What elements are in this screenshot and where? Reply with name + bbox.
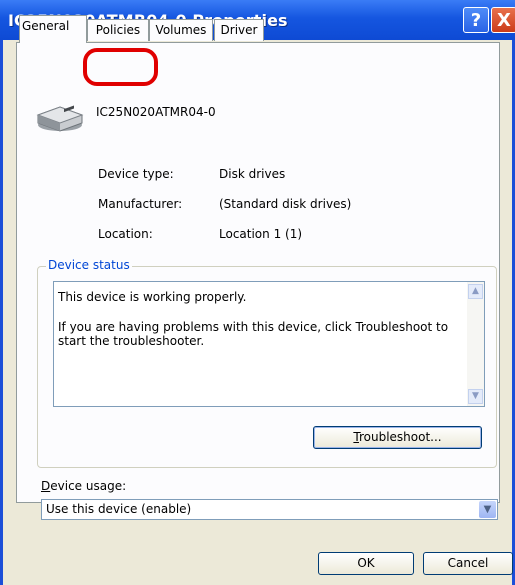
device-status-textbox[interactable]: This device is working properly. If you … bbox=[53, 281, 485, 407]
device-status-title: Device status bbox=[46, 258, 132, 272]
chevron-down-icon[interactable]: ▼ bbox=[479, 501, 496, 518]
status-line-3: start the troubleshooter. bbox=[58, 334, 205, 348]
device-usage-access-key: D bbox=[41, 479, 51, 493]
tab-driver[interactable]: Driver bbox=[214, 19, 264, 41]
device-usage-value: Use this device (enable) bbox=[46, 502, 192, 516]
device-type-label: Device type: bbox=[98, 167, 174, 181]
manufacturer-label: Manufacturer: bbox=[98, 197, 183, 211]
tab-policies[interactable]: Policies bbox=[87, 19, 149, 41]
scroll-up-icon[interactable]: ▲ bbox=[468, 284, 483, 299]
scroll-down-icon[interactable]: ▼ bbox=[468, 389, 483, 404]
tab-general[interactable]: General bbox=[19, 15, 87, 43]
tab-volumes[interactable]: Volumes bbox=[149, 19, 213, 41]
location-label: Location: bbox=[98, 227, 153, 241]
tab-policies-label: Policies bbox=[95, 23, 141, 37]
location-value: Location 1 (1) bbox=[219, 227, 303, 241]
tab-volumes-label: Volumes bbox=[155, 23, 207, 37]
policies-tab-highlight bbox=[83, 48, 158, 86]
status-line-2: If you are having problems with this dev… bbox=[58, 320, 449, 334]
cancel-button[interactable]: Cancel bbox=[423, 552, 513, 575]
troubleshoot-label: roubleshoot... bbox=[358, 430, 442, 444]
device-type-value: Disk drives bbox=[219, 167, 286, 181]
status-scrollbar[interactable]: ▲ ▼ bbox=[467, 282, 484, 406]
device-usage-select[interactable]: Use this device (enable) ▼ bbox=[41, 499, 498, 520]
properties-window: IC25N020ATMR04-0 Properties ? X General … bbox=[0, 0, 515, 585]
tab-driver-label: Driver bbox=[220, 23, 258, 37]
tab-general-label: General bbox=[22, 19, 70, 33]
hard-disk-icon bbox=[36, 105, 84, 132]
device-name: IC25N020ATMR04-0 bbox=[96, 105, 216, 119]
device-usage-label: Device usage: bbox=[41, 479, 126, 493]
ok-button[interactable]: OK bbox=[318, 552, 414, 575]
troubleshoot-button[interactable]: Troubleshoot... bbox=[313, 426, 482, 449]
manufacturer-value: (Standard disk drives) bbox=[219, 197, 352, 211]
help-button[interactable]: ? bbox=[463, 7, 489, 33]
close-button[interactable]: X bbox=[491, 7, 515, 33]
status-line-1: This device is working properly. bbox=[58, 290, 247, 304]
device-usage-label-text: evice usage: bbox=[50, 479, 127, 493]
